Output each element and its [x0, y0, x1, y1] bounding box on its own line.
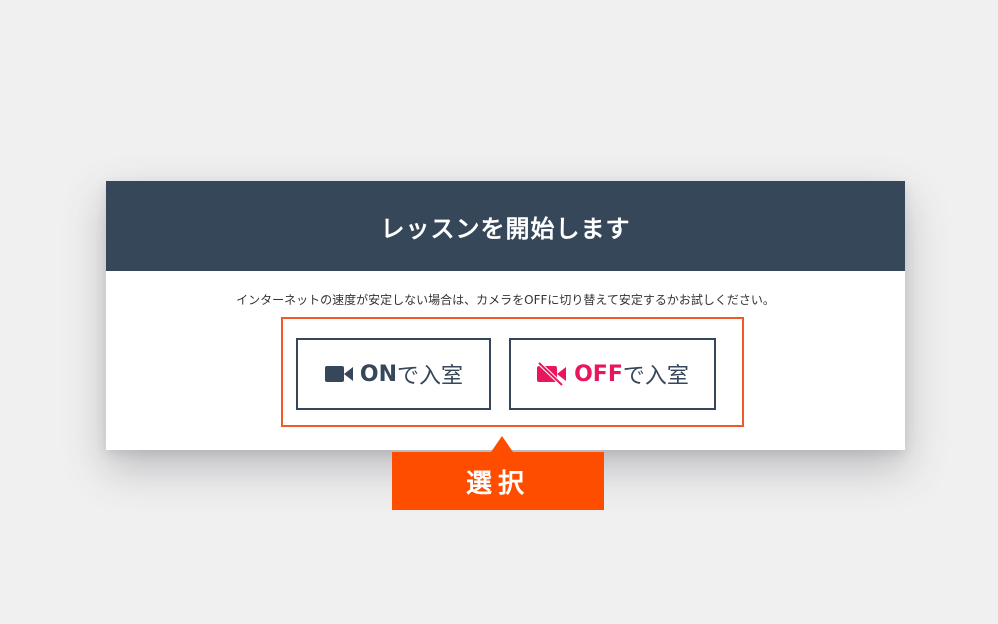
- callout-label: 選択: [465, 468, 530, 499]
- camera-on-label-strong: ON: [359, 361, 398, 387]
- camera-off-label-strong: OFF: [574, 361, 623, 387]
- join-lesson-dialog: レッスンを開始します インターネットの速度が安定しない場合は、カメラをOFFに切…: [106, 181, 905, 450]
- video-camera-off-icon: [536, 362, 568, 386]
- video-camera-icon: [324, 364, 354, 384]
- dialog-title: レッスンを開始します: [380, 214, 631, 243]
- camera-off-label-rest: で入室: [622, 364, 689, 389]
- camera-on-label-rest: で入室: [397, 364, 464, 389]
- select-callout: 選択: [392, 452, 604, 510]
- dialog-header: レッスンを開始します: [106, 181, 905, 271]
- callout-arrow: [491, 436, 513, 452]
- join-camera-off-button[interactable]: OFF で入室: [509, 338, 716, 410]
- dialog-message: インターネットの速度が安定しない場合は、カメラをOFFに切り替えて安定するかお試…: [236, 293, 775, 307]
- join-camera-on-button[interactable]: ON で入室: [296, 338, 491, 410]
